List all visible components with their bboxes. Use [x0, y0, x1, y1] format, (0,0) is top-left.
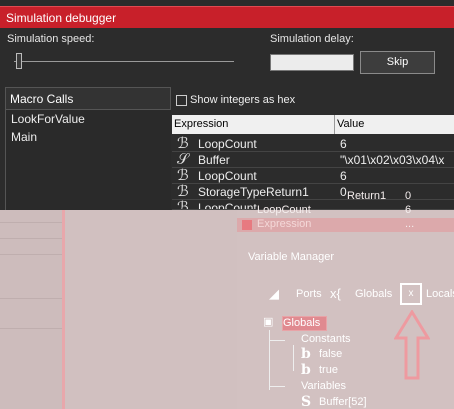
show-integers-hex-label: Show integers as hex: [190, 94, 296, 106]
overlay-row-value: 6: [405, 204, 412, 216]
tree-leaf-variable[interactable]: Buffer[52]: [319, 396, 367, 408]
panel-divider: [0, 254, 62, 255]
integer-type-icon: ℬ: [177, 166, 189, 184]
tree-node-constants[interactable]: Constants: [301, 333, 351, 345]
overlay-row-name: Expression: [257, 218, 312, 230]
watch-grid-row[interactable]: 𝒮 Buffer "\x01\x02\x03\x04\x: [172, 152, 454, 168]
globals-folder-icon: ▣: [263, 315, 274, 328]
simulation-debugger-window: Simulation debugger Simulation speed: Si…: [0, 0, 454, 210]
macro-calls-list: LookForValue Main: [5, 110, 171, 210]
expression-column-header[interactable]: Expression: [174, 118, 228, 130]
row-value: "\x01\x02\x03\x04\x: [340, 153, 445, 167]
skip-button[interactable]: Skip: [360, 51, 435, 74]
overlay-row-value: ...: [405, 218, 415, 230]
tree-leaf-constant[interactable]: false: [319, 348, 342, 360]
integer-type-icon: ℬ: [177, 182, 189, 200]
overlay-row[interactable]: Return1 0: [237, 190, 454, 204]
simulation-delay-label: Simulation delay:: [270, 33, 354, 45]
row-expression: Buffer: [198, 153, 230, 167]
overlay-row-name: LoopCount: [257, 204, 311, 216]
tree-connector: [269, 340, 285, 341]
macro-call-item[interactable]: LookForValue: [6, 110, 171, 128]
overlay-row-name: Return1: [347, 190, 387, 202]
tree-root-globals[interactable]: Globals: [283, 317, 320, 329]
globals-icon: x{: [330, 286, 341, 301]
expression-icon: [242, 220, 252, 230]
middle-panel: [65, 210, 237, 409]
overlay-row-value: 0: [405, 190, 412, 202]
watch-grid-row[interactable]: ℬ LoopCount 6: [172, 168, 454, 184]
row-expression: LoopCount: [198, 169, 257, 183]
row-expression: LoopCount: [198, 137, 257, 151]
tab-locals[interactable]: Locals: [426, 288, 454, 300]
tree-connector: [269, 386, 285, 387]
panel-divider: [0, 222, 62, 223]
value-column-header[interactable]: Value: [337, 118, 364, 130]
window-titlebar[interactable]: Simulation debugger: [0, 6, 454, 28]
variable-manager-title: Variable Manager: [248, 251, 335, 263]
simulation-delay-input[interactable]: [270, 54, 354, 71]
panel-divider: [0, 328, 62, 329]
macro-calls-header: Macro Calls: [5, 87, 171, 110]
macro-call-item[interactable]: Main: [6, 128, 171, 146]
ports-icon: ◢: [269, 286, 279, 301]
simulation-speed-slider[interactable]: [14, 61, 234, 62]
tree-connector: [269, 330, 270, 390]
simulation-speed-label: Simulation speed:: [7, 33, 95, 45]
overlay-row-selected[interactable]: Expression ...: [237, 218, 454, 232]
string-type-icon: S: [301, 394, 312, 409]
panel-divider: [0, 298, 62, 299]
locals-icon: x: [400, 283, 422, 305]
tree-node-variables[interactable]: Variables: [301, 380, 346, 392]
column-divider[interactable]: [334, 115, 335, 134]
string-type-icon: 𝒮: [177, 150, 189, 168]
overlay-row[interactable]: LoopCount 6: [237, 204, 454, 218]
window-title: Simulation debugger: [6, 11, 117, 25]
boolean-type-icon: b: [301, 346, 311, 362]
simulation-speed-slider-thumb[interactable]: [16, 53, 22, 69]
tab-ports[interactable]: Ports: [296, 288, 322, 300]
integer-type-icon: ℬ: [177, 134, 189, 152]
watch-grid-header: Expression Value: [172, 115, 454, 134]
row-value: 6: [340, 169, 347, 183]
show-integers-hex-checkbox[interactable]: [176, 95, 187, 106]
left-panel-strip: [0, 210, 62, 409]
tree-leaf-constant[interactable]: true: [319, 364, 338, 376]
tab-globals[interactable]: Globals: [355, 288, 392, 300]
row-value: 6: [340, 137, 347, 151]
tree-connector: [293, 345, 294, 371]
boolean-type-icon: b: [301, 362, 311, 378]
watch-grid-row[interactable]: ℬ LoopCount 6: [172, 136, 454, 152]
panel-divider: [0, 238, 62, 239]
variable-manager-toolbar: ◢ Ports x{ Globals x Locals: [260, 283, 454, 309]
integer-type-icon: ℬ: [177, 200, 189, 210]
up-arrow-indicator-icon: [394, 310, 430, 380]
